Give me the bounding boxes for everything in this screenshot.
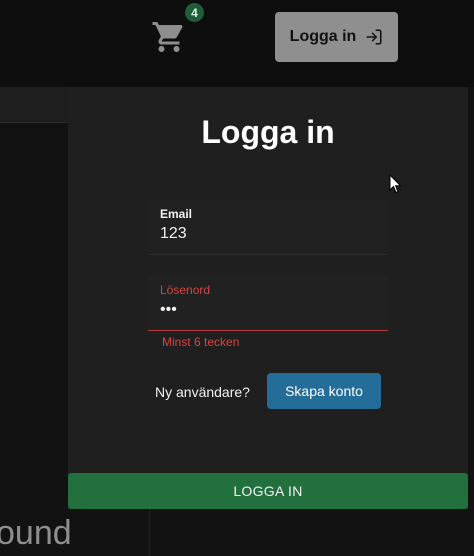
background-toolbar bbox=[0, 87, 70, 123]
email-label: Email bbox=[160, 207, 193, 221]
cart-button[interactable] bbox=[151, 19, 187, 55]
shopping-cart-icon bbox=[152, 22, 183, 52]
top-header: 4 Logga in bbox=[0, 0, 474, 87]
header-login-button[interactable]: Logga in bbox=[275, 12, 398, 62]
new-user-text: Ny användare? bbox=[155, 384, 250, 400]
password-field[interactable]: Lösenord ••• bbox=[148, 275, 388, 331]
email-field[interactable]: Email bbox=[148, 199, 388, 255]
create-account-button[interactable]: Skapa konto bbox=[267, 373, 381, 409]
login-submit-button[interactable]: LOGGA IN bbox=[68, 473, 468, 509]
dialog-title: Logga in bbox=[201, 114, 335, 150]
page: 4 Logga in ound Logga in Email Lösenord … bbox=[0, 0, 474, 556]
login-dialog: Logga in Email Lösenord ••• Minst 6 teck… bbox=[68, 87, 468, 509]
cart-count-badge: 4 bbox=[185, 3, 204, 22]
login-arrow-icon bbox=[366, 29, 382, 45]
background-heading-fragment: ound bbox=[0, 514, 72, 552]
email-input[interactable] bbox=[160, 225, 370, 243]
password-error-text: Minst 6 tecken bbox=[162, 335, 240, 349]
header-login-label: Logga in bbox=[289, 28, 357, 45]
password-label: Lösenord bbox=[160, 283, 211, 297]
password-input[interactable]: ••• bbox=[160, 301, 370, 319]
mouse-pointer-icon bbox=[389, 174, 402, 194]
